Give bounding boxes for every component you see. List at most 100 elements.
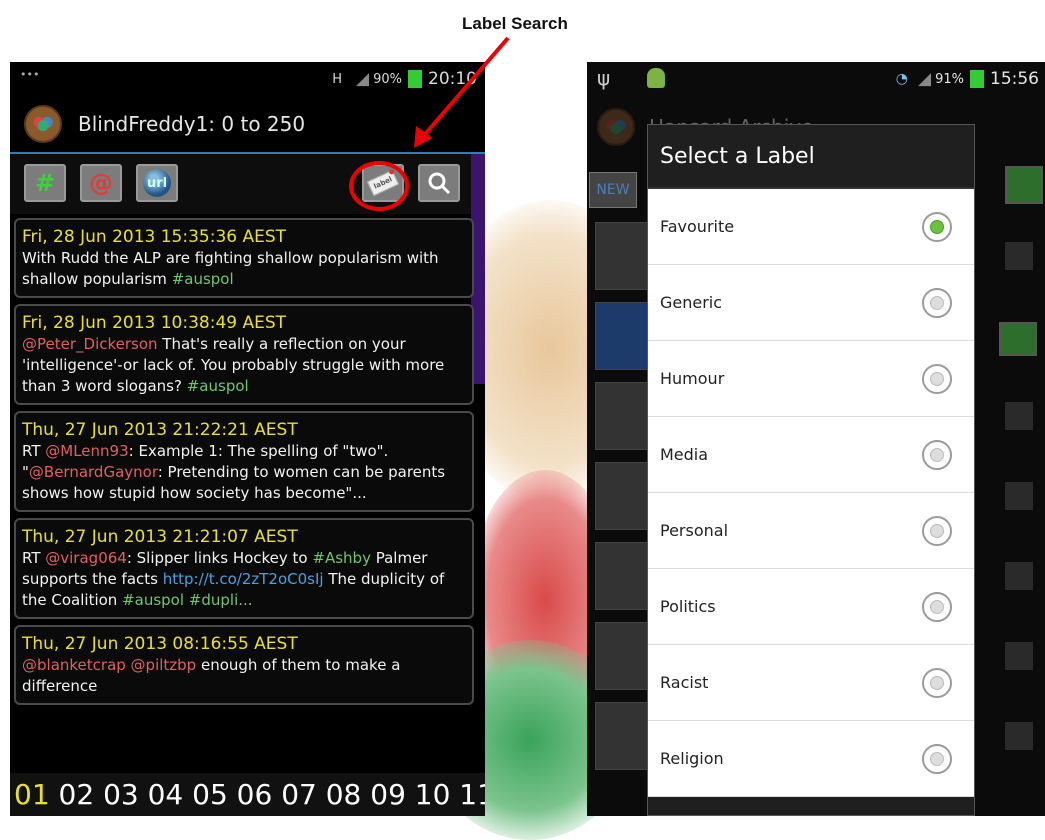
background-bar: [1005, 402, 1033, 430]
background-bar: [1005, 642, 1033, 670]
usb-icon: ψ: [597, 66, 611, 90]
tweet-date: Fri, 28 Jun 2013 15:35:36 AEST: [22, 227, 287, 247]
mention-link[interactable]: @blanketcrap @piltzbp: [22, 656, 196, 674]
label-option-text: Politics: [660, 597, 716, 616]
radio-dot-icon: [930, 371, 944, 386]
globe-icon: url: [143, 169, 171, 197]
radio-button[interactable]: [922, 743, 952, 774]
page-current[interactable]: 01: [14, 778, 50, 811]
tweet-body: With Rudd the ALP are fighting shallow p…: [22, 248, 466, 290]
label-option-text: Media: [660, 445, 709, 464]
url-icon-label: url: [146, 175, 168, 191]
radio-dot-icon: [930, 295, 944, 310]
background-bar: [1005, 482, 1033, 510]
label-option-text: Humour: [660, 369, 725, 388]
select-label-dialog: Select a Label Favourite Generic Humour Med…: [647, 124, 975, 816]
label-option-text: Personal: [660, 521, 729, 540]
page-selector: 01 02 03 04 05 06 07 08 09 10 11 12: [10, 773, 485, 816]
tweet-body: @blanketcrap @piltzbp enough of them to …: [22, 655, 466, 697]
label-option-text: Racist: [660, 673, 709, 692]
battery-percent: 90%: [373, 71, 402, 87]
label-option-text: Religion: [660, 749, 724, 768]
background-new-button: NEW: [589, 172, 637, 208]
radio-button[interactable]: [922, 591, 952, 622]
hashtag-link[interactable]: #Ashby: [312, 549, 371, 567]
background-thumbnail: [595, 542, 649, 610]
app-bar: BlindFreddy1: 0 to 250: [10, 96, 485, 154]
wifi-icon: ◔: [895, 71, 909, 87]
battery-icon: [408, 70, 422, 88]
app-title: BlindFreddy1: 0 to 250: [78, 112, 306, 136]
label-option-humour[interactable]: Humour: [648, 341, 974, 417]
tweet-card[interactable]: Thu, 27 Jun 2013 21:22:21 AEST RT @MLenn9…: [14, 411, 474, 512]
label-option-favourite[interactable]: Favourite: [648, 189, 974, 265]
hashtag-filter-button[interactable]: #: [24, 164, 66, 202]
radio-dot-icon: [930, 675, 944, 690]
label-option-generic[interactable]: Generic: [648, 265, 974, 341]
android-icon: [647, 68, 665, 88]
status-bar: ••• H ◢ 90% 20:10: [10, 62, 485, 96]
notification-icon: •••: [20, 68, 40, 81]
radio-button[interactable]: [922, 363, 952, 394]
annotation-highlight-circle: [349, 161, 409, 211]
background-green-button: [999, 322, 1037, 356]
app-logo-icon[interactable]: [24, 105, 62, 143]
radio-dot-icon: [930, 599, 944, 614]
hashtag-link[interactable]: #auspol: [187, 377, 249, 395]
label-option-racist[interactable]: Racist: [648, 645, 974, 721]
hashtag-link[interactable]: #auspol: [172, 270, 234, 288]
background-bar: [1005, 242, 1033, 270]
radio-dot-icon: [930, 219, 944, 234]
background-thumbnail: [595, 222, 649, 290]
radio-dot-icon: [930, 523, 944, 538]
battery-percent: 91%: [935, 71, 964, 87]
background-thumbnail: [595, 462, 649, 530]
background-thumbnail: [595, 302, 649, 370]
label-option-media[interactable]: Media: [648, 417, 974, 493]
url-filter-button[interactable]: url: [136, 164, 178, 202]
tweet-body: RT @virag064: Slipper links Hockey to #A…: [22, 548, 466, 611]
label-option-text: Generic: [660, 293, 723, 312]
right-phone-screen: ψ ◔ ◢ 91% 15:56 Hansard Archive NEW Sele…: [587, 62, 1045, 816]
status-bar: ψ ◔ ◢ 91% 15:56: [587, 62, 1045, 96]
radio-button[interactable]: [922, 515, 952, 546]
radio-button[interactable]: [922, 287, 952, 318]
label-option-text: Favourite: [660, 217, 735, 236]
signal-icon: ◢: [356, 69, 370, 89]
signal-icon: ◢: [918, 69, 932, 89]
hashtag-icon: #: [34, 169, 56, 197]
tweet-card[interactable]: Thu, 27 Jun 2013 08:16:55 AEST @blanketcr…: [14, 625, 474, 705]
tweet-card[interactable]: Fri, 28 Jun 2013 15:35:36 AEST With Rudd …: [14, 218, 474, 298]
radio-button[interactable]: [922, 667, 952, 698]
mention-link[interactable]: @MLenn93: [45, 442, 128, 460]
hashtag-link[interactable]: #auspol #dupli...: [122, 591, 252, 609]
mention-link[interactable]: @BernardGaynor: [29, 463, 158, 481]
tweet-date: Thu, 27 Jun 2013 21:22:21 AEST: [22, 420, 298, 440]
page-numbers[interactable]: 02 03 04 05 06 07 08 09 10 11 12: [59, 778, 485, 811]
tweet-card[interactable]: Thu, 27 Jun 2013 21:21:07 AEST RT @virag0…: [14, 518, 474, 619]
radio-button[interactable]: [922, 439, 952, 470]
tweet-text: RT: [22, 442, 46, 460]
url-link[interactable]: http://t.co/2zT2oC0sIj: [163, 570, 324, 588]
radio-dot-icon: [930, 447, 944, 462]
tweet-text: : Slipper links Hockey to: [126, 549, 313, 567]
at-icon: @: [89, 169, 113, 197]
app-logo-icon: [597, 108, 635, 146]
mention-filter-button[interactable]: @: [80, 164, 122, 202]
clock: 15:56: [990, 69, 1039, 89]
radio-button[interactable]: [922, 211, 952, 242]
mention-link[interactable]: @Peter_Dickerson: [22, 335, 158, 353]
background-thumbnail: [595, 622, 649, 690]
dialog-title: Select a Label: [648, 125, 974, 189]
background-bar: [1005, 562, 1033, 590]
label-option-personal[interactable]: Personal: [648, 493, 974, 569]
background-thumbnail: [595, 702, 649, 770]
label-option-religion[interactable]: Religion: [648, 721, 974, 797]
search-button[interactable]: [418, 164, 460, 202]
search-icon: [428, 172, 451, 195]
label-option-politics[interactable]: Politics: [648, 569, 974, 645]
tweet-date: Fri, 28 Jun 2013 10:38:49 AEST: [22, 313, 287, 333]
tweet-card[interactable]: Fri, 28 Jun 2013 10:38:49 AEST @Peter_Dic…: [14, 304, 474, 405]
mention-link[interactable]: @virag064: [45, 549, 127, 567]
battery-icon: [970, 70, 984, 88]
